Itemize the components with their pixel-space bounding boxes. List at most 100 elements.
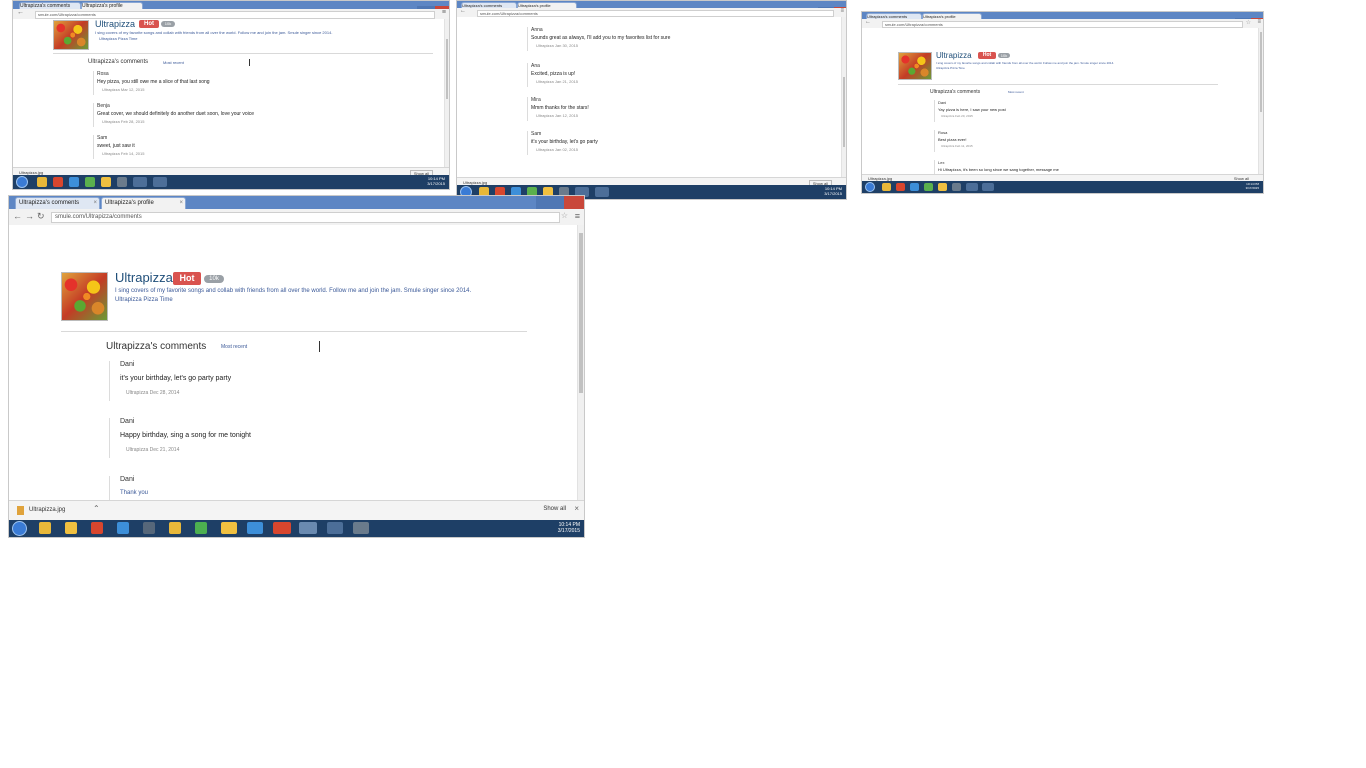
chrome-running-icon[interactable] — [273, 522, 291, 534]
paint-icon[interactable] — [299, 522, 317, 534]
settings-icon[interactable] — [353, 522, 369, 534]
chevron-up-icon[interactable]: ⌃ — [93, 504, 100, 513]
folder-icon[interactable] — [65, 522, 77, 534]
paint-icon[interactable] — [982, 183, 994, 191]
forward-icon[interactable]: → — [25, 211, 34, 221]
clock[interactable]: 10:14 PM 3/17/2015 — [558, 522, 580, 534]
comment-author[interactable]: Lex — [938, 160, 944, 165]
comment-author[interactable]: Dani — [120, 418, 134, 425]
level-badge: 10k — [998, 53, 1010, 58]
back-icon[interactable]: ← — [460, 8, 466, 14]
comment-author[interactable]: Dani — [120, 476, 134, 483]
sort-dropdown[interactable]: Most recent — [221, 344, 247, 350]
menu-icon[interactable]: ≡ — [1257, 19, 1261, 25]
profile-bio: I sing covers of my favorite songs and c… — [115, 288, 472, 294]
clock[interactable]: 10:14 PM 3/17/2015 — [427, 176, 445, 186]
comment-author[interactable]: Rosa — [938, 130, 947, 135]
chrome-icon[interactable] — [53, 177, 63, 187]
clock[interactable]: 10:14 PM 3/17/2015 — [1246, 182, 1259, 190]
download-item[interactable]: Ultrapizza.jpg — [29, 507, 65, 513]
excel-icon[interactable] — [195, 522, 207, 534]
photos-icon[interactable] — [169, 522, 181, 534]
explorer-icon[interactable] — [39, 522, 51, 534]
profile-bio-line2: Ultrapizza Pizza Time — [936, 66, 965, 70]
maximize-button[interactable] — [550, 196, 564, 209]
close-button[interactable] — [564, 196, 584, 209]
comment-author[interactable]: Ana — [531, 63, 540, 69]
scrollbar-thumb[interactable] — [1260, 32, 1262, 112]
menu-icon[interactable]: ≡ — [575, 211, 580, 221]
chrome-running-icon[interactable] — [133, 177, 147, 187]
paint-icon[interactable] — [153, 177, 167, 187]
comment-author[interactable]: Rosa — [97, 71, 109, 77]
app-icon[interactable] — [952, 183, 961, 191]
ie-icon[interactable] — [117, 522, 129, 534]
scrollbar-thumb[interactable] — [446, 39, 448, 99]
ie-icon[interactable] — [69, 177, 79, 187]
text-cursor — [249, 59, 250, 66]
comment-text: Yay pizza is here, I saw your new post — [938, 107, 1006, 112]
reload-icon[interactable]: ↻ — [37, 211, 45, 222]
paint-icon[interactable] — [595, 187, 609, 197]
vertical-scrollbar[interactable] — [577, 225, 584, 500]
vertical-scrollbar[interactable] — [841, 17, 846, 177]
comment-item: Lex Hi Ultrapizza, it's been so long sin… — [934, 160, 1215, 174]
bookmark-star-icon[interactable]: ☆ — [1246, 19, 1251, 26]
url-field[interactable]: smule.com/Ultrapizza/comments — [882, 21, 1243, 28]
profile-username: Ultrapizza — [115, 270, 173, 285]
start-button[interactable] — [16, 176, 28, 188]
comment-author[interactable]: Mira — [531, 97, 541, 103]
vertical-scrollbar[interactable] — [444, 19, 449, 167]
minimize-button[interactable] — [536, 196, 550, 209]
close-tab-icon[interactable]: × — [179, 198, 183, 209]
folder-icon[interactable] — [938, 183, 947, 191]
bookmark-star-icon[interactable]: ☆ — [561, 211, 568, 220]
close-tab-icon[interactable]: × — [93, 198, 97, 209]
comment-author[interactable]: Anna — [531, 27, 543, 33]
chrome-running-icon[interactable] — [966, 183, 978, 191]
media-icon[interactable] — [924, 183, 933, 191]
back-icon[interactable]: ← — [13, 211, 22, 221]
comment-author[interactable]: Dani — [120, 361, 134, 368]
comment-meta: Ultrapizza Feb 11, 2015 — [941, 144, 973, 148]
scrollbar-thumb[interactable] — [579, 233, 583, 393]
chrome-icon[interactable] — [91, 522, 103, 534]
show-all-button[interactable]: Show all — [543, 506, 566, 512]
ie-icon[interactable] — [910, 183, 919, 191]
comment-author[interactable]: Sam — [531, 131, 541, 137]
explorer-icon[interactable] — [882, 183, 891, 191]
window-icon[interactable] — [327, 522, 343, 534]
sort-dropdown[interactable]: Most recent — [163, 60, 184, 65]
scrollbar-thumb[interactable] — [843, 77, 845, 147]
screenshot-top-middle: Ultrapizza's comments Ultrapizza's profi… — [456, 0, 847, 200]
url-field[interactable]: smule.com/Ultrapizza/comments — [477, 10, 834, 17]
clock[interactable]: 10:14 PM 3/17/2015 — [824, 186, 842, 196]
network-icon[interactable] — [247, 522, 263, 534]
media-icon[interactable] — [85, 177, 95, 187]
folder-icon[interactable] — [101, 177, 111, 187]
menu-icon[interactable]: ≡ — [442, 9, 446, 16]
comment-meta: Ultrapizza Feb 14, 2015 — [102, 151, 145, 156]
comment-text: Hey pizza, you still owe me a slice of t… — [97, 79, 210, 85]
comment-author[interactable]: Sam — [97, 135, 107, 141]
start-button[interactable] — [865, 182, 875, 192]
back-icon[interactable]: ← — [865, 19, 871, 25]
url-field[interactable]: smule.com/Ultrapizza/comments — [35, 11, 435, 19]
app-icon[interactable] — [117, 177, 127, 187]
chrome-icon[interactable] — [896, 183, 905, 191]
explorer-icon[interactable] — [37, 177, 47, 187]
back-icon[interactable]: ← — [17, 9, 24, 16]
profile-bio-line2: Ultrapizza Pizza Time — [115, 297, 173, 303]
start-button[interactable] — [12, 521, 27, 536]
comment-author[interactable]: Dani — [938, 100, 946, 105]
url-field[interactable]: smule.com/Ultrapizza/comments — [51, 212, 560, 223]
files-icon[interactable] — [221, 522, 237, 534]
page-content: Anna Sounds great as always, I'll add yo… — [457, 17, 846, 177]
calculator-icon[interactable] — [143, 522, 155, 534]
close-download-bar-icon[interactable]: × — [574, 504, 579, 513]
comment-item: Dani Thank you — [109, 476, 490, 500]
sort-dropdown[interactable]: Most recent — [1008, 90, 1024, 94]
comment-author[interactable]: Benja — [97, 103, 110, 109]
vertical-scrollbar[interactable] — [1258, 28, 1263, 174]
menu-icon[interactable]: ≡ — [840, 8, 844, 14]
